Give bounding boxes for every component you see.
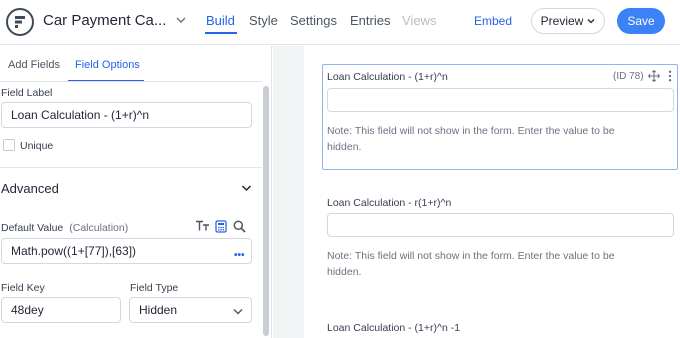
embed-button[interactable]: Embed bbox=[474, 14, 512, 28]
field-key-label: Field Key bbox=[1, 282, 45, 294]
field-type-label: Field Type bbox=[130, 282, 179, 294]
field-label: Loan Calculation - (1+r)^n -1 bbox=[327, 322, 461, 334]
tab-views[interactable]: Views bbox=[402, 13, 436, 28]
tab-add-fields[interactable]: Add Fields bbox=[8, 59, 60, 71]
preview-button[interactable]: Preview bbox=[531, 8, 605, 34]
tab-field-options[interactable]: Field Options bbox=[75, 59, 140, 71]
calculator-icon[interactable] bbox=[215, 220, 227, 233]
active-tab-indicator bbox=[205, 32, 237, 34]
default-value-input[interactable]: Math.pow((1+[77]),[63]) bbox=[1, 238, 252, 264]
field-input[interactable] bbox=[327, 88, 674, 112]
formidable-logo-icon[interactable] bbox=[6, 8, 34, 36]
save-button[interactable]: Save bbox=[617, 8, 665, 34]
sidebar-scrollbar[interactable] bbox=[263, 86, 269, 336]
tab-entries[interactable]: Entries bbox=[350, 13, 390, 28]
default-value-label: Default Value (Calculation) bbox=[1, 222, 128, 234]
field-label: Loan Calculation - r(1+r)^n bbox=[327, 197, 452, 209]
calculation-mode-label: (Calculation) bbox=[69, 222, 129, 234]
more-vertical-icon[interactable] bbox=[668, 70, 672, 82]
move-icon[interactable] bbox=[648, 70, 660, 82]
field-label-label: Field Label bbox=[1, 87, 53, 99]
chevron-down-icon bbox=[587, 19, 595, 24]
advanced-section-title[interactable]: Advanced bbox=[1, 181, 59, 196]
default-value-label-text: Default Value bbox=[1, 222, 64, 234]
tab-style[interactable]: Style bbox=[249, 13, 278, 28]
form-title[interactable]: Car Payment Ca... bbox=[43, 12, 166, 29]
top-bar: Car Payment Ca... Build Style Settings E… bbox=[0, 0, 680, 45]
field-label-input[interactable]: Loan Calculation - (1+r)^n bbox=[1, 102, 252, 128]
text-format-icon[interactable] bbox=[195, 220, 210, 232]
tab-build[interactable]: Build bbox=[206, 13, 235, 28]
field-input[interactable] bbox=[327, 213, 674, 237]
field-options-sidebar: Add Fields Field Options Field Label Loa… bbox=[0, 46, 272, 338]
chevron-down-icon[interactable] bbox=[176, 16, 186, 24]
field-label: Loan Calculation - (1+r)^n bbox=[327, 71, 448, 83]
tab-settings[interactable]: Settings bbox=[290, 13, 337, 28]
divider bbox=[0, 167, 262, 168]
field-note: Note: This field will not show in the fo… bbox=[327, 250, 615, 278]
unique-label: Unique bbox=[20, 140, 54, 152]
divider bbox=[0, 81, 262, 82]
field-note: Note: This field will not show in the fo… bbox=[327, 125, 615, 153]
chevron-down-icon[interactable] bbox=[241, 184, 252, 192]
search-icon[interactable] bbox=[233, 220, 246, 233]
field-key-input[interactable]: 48dey bbox=[1, 297, 121, 323]
more-options-icon[interactable]: ••• bbox=[234, 250, 245, 261]
chevron-down-icon bbox=[233, 309, 243, 315]
field-id-label: (ID 78) bbox=[613, 71, 644, 82]
preview-label: Preview bbox=[540, 14, 584, 28]
unique-checkbox[interactable] bbox=[3, 139, 15, 151]
